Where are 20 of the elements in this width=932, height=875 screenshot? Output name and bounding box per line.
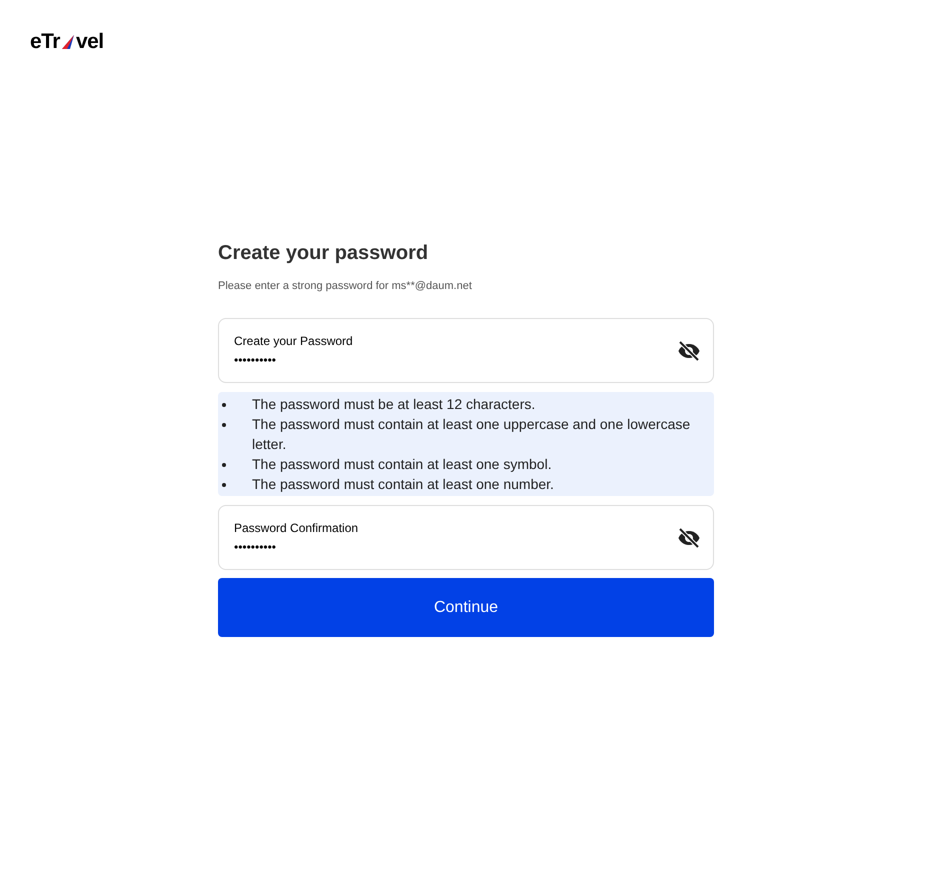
requirement-text: The password must contain at least one symbol. xyxy=(252,456,552,472)
subtitle: Please enter a strong password for ms**@daum.net xyxy=(218,278,473,294)
password-value: •••••••••• xyxy=(234,352,278,369)
requirement-text: The password must be at least 12 characters. xyxy=(252,396,536,412)
bullet-icon xyxy=(222,463,226,468)
eye-off-icon[interactable] xyxy=(677,526,701,550)
requirement-text: The password must contain at least one uppercase and one lowercase letter. xyxy=(252,416,690,452)
continue-button[interactable]: Continue xyxy=(218,578,714,637)
field-label: Password Confirmation xyxy=(234,520,358,537)
bullet-icon xyxy=(222,403,226,408)
requirement-text: The password must contain at least one number. xyxy=(252,476,554,492)
password-field[interactable]: Password Confirmation •••••••••• xyxy=(218,505,714,570)
field-label: Create your Password xyxy=(234,333,353,350)
bullet-icon xyxy=(222,423,226,428)
logo[interactable]: eTr vel xyxy=(30,26,104,58)
bullet-icon xyxy=(222,483,226,488)
page-title: Create your password xyxy=(218,240,430,266)
password-field[interactable]: Create your Password •••••••••• xyxy=(218,318,714,383)
eye-off-icon[interactable] xyxy=(677,338,701,362)
password-value: •••••••••• xyxy=(234,539,278,556)
